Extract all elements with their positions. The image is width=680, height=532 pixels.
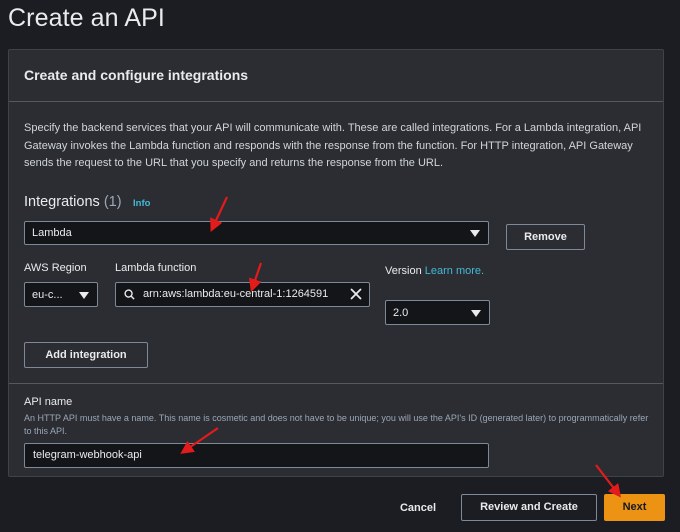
review-and-create-button[interactable]: Review and Create — [461, 494, 597, 521]
api-name-hint: An HTTP API must have a name. This name … — [24, 413, 649, 436]
lambda-function-input[interactable]: arn:aws:lambda:eu-central-1:1264591 — [115, 282, 370, 307]
api-name-input[interactable]: telegram-webhook-api — [24, 443, 489, 468]
page-title: Create an API — [8, 4, 165, 32]
integrations-heading-label: Integrations — [24, 194, 100, 210]
integrations-heading: Integrations (1) — [24, 194, 122, 210]
info-link[interactable]: Info — [133, 198, 150, 209]
next-button[interactable]: Next — [604, 494, 665, 521]
panel-header: Create and configure integrations — [9, 50, 663, 102]
learn-more-link[interactable]: Learn more. — [425, 265, 484, 277]
panel-title: Create and configure integrations — [24, 67, 249, 83]
version-label: Version Learn more. — [385, 262, 485, 280]
lambda-function-value: arn:aws:lambda:eu-central-1:1264591 — [143, 288, 329, 300]
api-name-divider — [9, 383, 663, 384]
caret-down-icon — [79, 291, 89, 299]
caret-down-icon — [470, 230, 480, 237]
clear-icon[interactable] — [349, 287, 363, 301]
aws-region-select[interactable]: eu-c... — [24, 282, 98, 307]
integration-type-select[interactable]: Lambda — [24, 221, 489, 245]
caret-down-icon — [471, 309, 481, 317]
api-name-label: API name — [24, 396, 73, 408]
lambda-function-label: Lambda function — [115, 262, 197, 274]
integrations-panel: Create and configure integrations Specif… — [8, 49, 664, 477]
integrations-count: (1) — [103, 194, 122, 210]
api-name-value: telegram-webhook-api — [33, 449, 142, 461]
add-integration-button[interactable]: Add integration — [24, 342, 148, 368]
search-icon — [124, 289, 135, 300]
remove-button[interactable]: Remove — [506, 224, 585, 250]
integration-type-value: Lambda — [32, 227, 72, 239]
version-value: 2.0 — [393, 306, 409, 319]
cancel-button[interactable]: Cancel — [384, 497, 452, 519]
aws-region-label: AWS Region — [24, 262, 87, 274]
version-select[interactable]: 2.0 — [385, 300, 490, 325]
aws-region-value: eu-c... — [32, 288, 63, 301]
version-label-text: Version — [385, 265, 422, 277]
panel-description: Specify the backend services that your A… — [24, 122, 642, 169]
